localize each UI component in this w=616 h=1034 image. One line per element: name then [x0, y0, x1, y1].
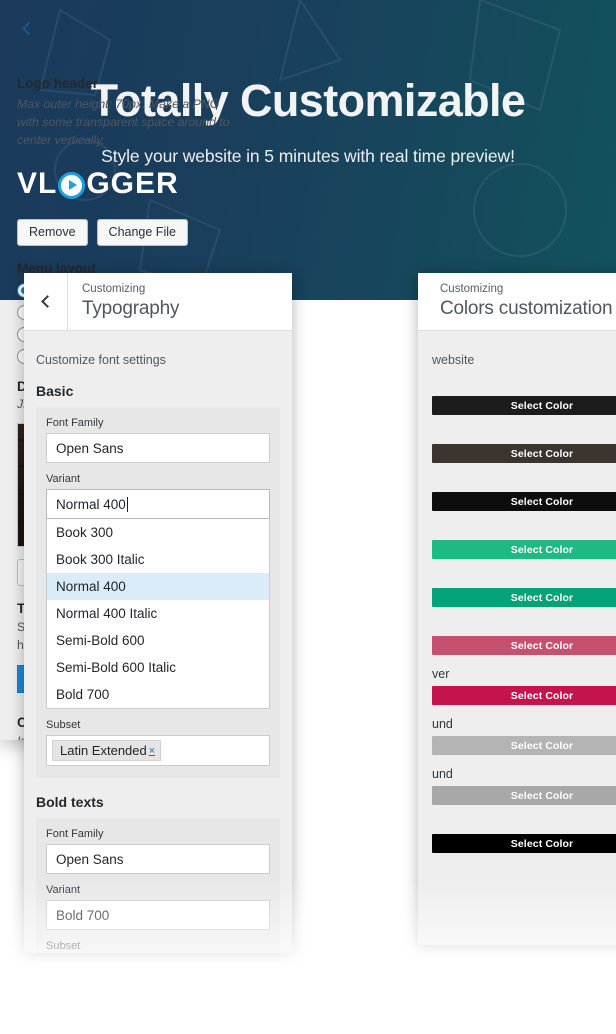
select-color-button[interactable]: Select Color	[432, 444, 616, 463]
play-circle-icon	[58, 171, 86, 199]
variant-option[interactable]: Semi-Bold 600	[47, 627, 269, 654]
select-color-button[interactable]: Select Color	[432, 636, 616, 655]
subset-chip-remove-icon[interactable]: ×	[149, 745, 155, 757]
colors-customization-panel: Customizing Colors customization website…	[418, 273, 616, 945]
select-color-button[interactable]: Select Color	[432, 540, 616, 559]
typography-panel-eyebrow: Customizing	[82, 282, 146, 295]
logo-change-file-button[interactable]: Change File	[96, 219, 188, 247]
typography-panel-body: Customize font settings Basic Font Family…	[24, 331, 292, 953]
variant-option[interactable]: Normal 400 Italic	[47, 600, 269, 627]
text-caret	[126, 496, 128, 512]
variant-value: Normal 400	[56, 496, 126, 512]
variant-option[interactable]: Semi-Bold 600 Italic	[47, 654, 269, 681]
color-label-spacer	[432, 427, 616, 444]
typography-intro: Customize font settings	[36, 353, 166, 367]
typography-section-card: Font Family Open Sans Variant Normal 400 Boo…	[36, 407, 280, 778]
color-setting-item: Select Color	[432, 571, 616, 607]
variant-option[interactable]: Normal 400	[47, 573, 269, 600]
variant-input[interactable]: Normal 400	[46, 489, 270, 519]
color-setting-item: und Select Color	[432, 717, 616, 755]
logo-header-title: Logo header	[17, 76, 99, 91]
color-settings-list: Select Color Select Color Select Color Sele…	[432, 379, 616, 853]
subset-chip: Latin Extended ×	[52, 740, 162, 761]
typography-panel-title: Typography	[82, 298, 180, 320]
color-label-spacer	[432, 523, 616, 540]
colors-panel-eyebrow: Customizing	[440, 282, 504, 295]
font-family-label: Font Family	[46, 417, 104, 429]
variant-option[interactable]: Book 300 Italic	[47, 546, 269, 573]
typography-section-card: Font Family Open Sans Variant Bold 700 Subse…	[36, 818, 280, 953]
select-color-button[interactable]: Select Color	[432, 396, 616, 415]
variant-input[interactable]: Bold 700	[46, 900, 270, 930]
font-family-input[interactable]: Open Sans	[46, 433, 270, 463]
colors-panel-header: Customizing Colors customization	[418, 273, 616, 331]
variant-label: Variant	[46, 884, 81, 896]
colors-panel-intro: website	[432, 353, 475, 367]
typography-sections: Basic Font Family Open Sans Variant Normal 4…	[24, 367, 292, 953]
subset-chip-label: Latin Extended	[60, 743, 147, 758]
color-setting-item: Select Color	[432, 427, 616, 463]
select-color-button[interactable]: Select Color	[432, 736, 616, 755]
color-setting-item: ver Select Color	[432, 667, 616, 705]
select-color-button[interactable]: Select Color	[432, 786, 616, 805]
color-label-spacer	[432, 571, 616, 588]
select-color-button[interactable]: Select Color	[432, 686, 616, 705]
typography-back-button[interactable]	[24, 273, 68, 330]
color-setting-item: Select Color	[432, 475, 616, 511]
select-color-button[interactable]: Select Color	[432, 492, 616, 511]
logo-file-buttons: Remove Change File	[17, 219, 238, 247]
select-color-button[interactable]: Select Color	[432, 588, 616, 607]
color-setting-item: Select Color	[432, 817, 616, 853]
color-setting-label: und	[432, 717, 453, 731]
font-family-label: Font Family	[46, 828, 104, 840]
typography-section-heading: Basic	[36, 383, 74, 399]
logo-header-description: Max outer height: 70px. Make a PNG with …	[17, 97, 230, 147]
logo-text-before: VL	[17, 167, 58, 201]
color-label-spacer	[432, 817, 616, 834]
color-label-spacer	[432, 379, 616, 396]
select-color-button[interactable]: Select Color	[432, 834, 616, 853]
variant-value: Bold 700	[56, 907, 110, 923]
typography-section-heading: Bold texts	[36, 794, 104, 810]
logo-remove-button[interactable]: Remove	[17, 219, 88, 247]
subset-label: Subset	[46, 719, 81, 731]
color-setting-label: ver	[432, 667, 450, 681]
vlogger-logo: VL GGER	[17, 167, 179, 201]
color-setting-item: Select Color	[432, 379, 616, 415]
typography-panel-header: Customizing Typography	[24, 273, 292, 331]
subset-label: Subset	[46, 940, 81, 952]
color-label-spacer	[432, 475, 616, 492]
variant-option[interactable]: Book 300	[47, 519, 269, 546]
variant-dropdown: Book 300 Book 300 Italic Normal 400 Normal …	[46, 519, 270, 709]
logo-preview: VL GGER	[17, 161, 238, 207]
chevron-left-icon	[40, 295, 54, 308]
typography-panel: Customizing Typography Customize font se…	[24, 273, 292, 953]
variant-label: Variant	[46, 473, 81, 485]
subset-chip-input[interactable]: Latin Extended ×	[46, 735, 270, 766]
color-label-spacer	[432, 619, 616, 636]
font-family-input[interactable]: Open Sans	[46, 844, 270, 874]
variant-option[interactable]: Bold 700	[47, 681, 269, 708]
color-setting-item: und Select Color	[432, 767, 616, 805]
color-setting-item: Select Color	[432, 523, 616, 559]
logo-text-after: GGER	[86, 167, 179, 201]
color-setting-item: Select Color	[432, 619, 616, 655]
color-setting-label: und	[432, 767, 453, 781]
colors-panel-body: website Select Color Select Color Select C…	[418, 331, 616, 945]
colors-panel-title: Colors customization	[440, 298, 613, 320]
